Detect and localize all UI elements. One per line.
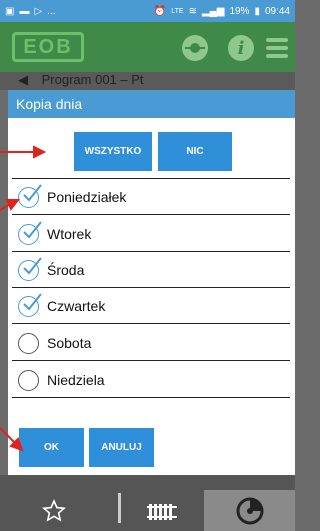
program-title: Program 001 – Pt [41, 72, 144, 87]
day-row-thursday[interactable]: Czwartek [8, 289, 295, 323]
day-label: Sobota [47, 335, 92, 351]
dialog-title: Kopia dnia [8, 90, 295, 118]
app-logo: EOB [12, 32, 84, 62]
ok-button[interactable]: OK [19, 428, 84, 467]
divider [12, 214, 290, 215]
network-type: LTE [171, 7, 184, 15]
divider [12, 251, 290, 252]
clock: 09:44 [264, 5, 290, 17]
battery-icon: ▮ [254, 5, 260, 17]
nav-favorites[interactable] [0, 490, 108, 531]
message-icon: ▬ [19, 5, 30, 17]
app-bar: EOB i [0, 22, 295, 72]
status-ellipsis: ... [47, 5, 56, 17]
plug-icon [185, 43, 205, 53]
back-arrow-icon: ◀ [18, 72, 28, 87]
image-icon: ▣ [5, 5, 15, 17]
divider [12, 178, 290, 179]
select-all-button[interactable]: WSZYSTKO [74, 132, 152, 171]
day-label: Niedziela [47, 372, 105, 388]
divider [12, 323, 290, 324]
divider [12, 397, 290, 398]
checked-icon[interactable] [18, 183, 42, 208]
connection-icon[interactable] [182, 35, 208, 61]
unchecked-icon[interactable] [18, 332, 39, 354]
battery-percent: 19% [229, 5, 250, 17]
play-store-icon: ▷ [34, 5, 43, 17]
divider [12, 287, 290, 288]
day-row-tuesday[interactable]: Wtorek [8, 217, 295, 251]
day-row-saturday[interactable]: Sobota [8, 326, 295, 360]
sub-header: ◀ Program 001 – Pt [0, 72, 295, 90]
checked-icon[interactable] [18, 256, 42, 281]
day-row-wednesday[interactable]: Środa [8, 253, 295, 287]
checked-icon[interactable] [18, 292, 42, 317]
dial-icon [236, 497, 263, 524]
copy-day-dialog: Kopia dnia WSZYSTKO NIC Poniedziałek Wto… [8, 90, 295, 475]
status-left: ▣ ▬ ▷ ... [5, 6, 56, 17]
status-right: ⏰ LTE ≋ ▂▄▆ 19% ▮ 09:44 [154, 6, 290, 17]
day-row-monday[interactable]: Poniedziałek [8, 180, 295, 214]
nav-dial-active[interactable] [204, 490, 295, 531]
bottom-nav [0, 475, 295, 531]
day-label: Środa [47, 262, 85, 278]
checked-icon[interactable] [18, 220, 42, 245]
alarm-icon: ⏰ [153, 5, 167, 17]
cancel-button[interactable]: ANULUJ [89, 428, 154, 467]
divider [12, 360, 290, 361]
wifi-icon: ≋ [188, 5, 197, 17]
select-none-button[interactable]: NIC [158, 132, 232, 171]
signal-icon: ▂▄▆ [201, 5, 225, 17]
radiator-icon [146, 503, 177, 520]
info-icon[interactable]: i [228, 35, 254, 61]
day-label: Czwartek [47, 298, 106, 314]
day-row-sunday[interactable]: Niedziela [8, 363, 295, 397]
nav-heating[interactable] [121, 490, 204, 531]
status-bar: ▣ ▬ ▷ ... ⏰ LTE ≋ ▂▄▆ 19% ▮ 09:44 [0, 0, 295, 22]
menu-icon[interactable] [266, 38, 288, 58]
day-label: Poniedziałek [47, 189, 127, 205]
day-label: Wtorek [47, 226, 92, 242]
star-icon [42, 498, 66, 522]
unchecked-icon[interactable] [18, 369, 39, 391]
